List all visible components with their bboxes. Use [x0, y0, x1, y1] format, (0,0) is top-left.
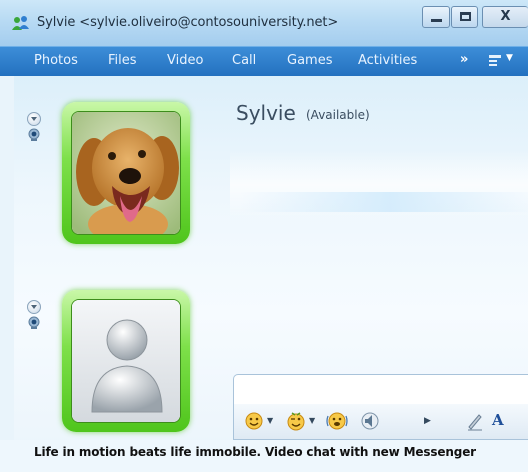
contact-status: (Available)	[306, 108, 370, 122]
menu-item-files[interactable]: Files	[108, 53, 137, 68]
menu-overflow-button[interactable]: »	[460, 52, 468, 67]
menu-item-video[interactable]: Video	[167, 53, 203, 68]
maximize-icon	[460, 12, 471, 21]
activity-menu-bar: Photos Files Video Call Games Activities…	[0, 46, 528, 76]
self-avatar-frame[interactable]	[62, 290, 190, 432]
minimize-button[interactable]	[422, 6, 450, 28]
show-menu-icon[interactable]	[488, 54, 502, 68]
menu-item-call[interactable]: Call	[232, 53, 256, 68]
font-button[interactable]: A	[492, 411, 504, 433]
messenger-conversation-window: Sylvie <sylvie.oliveiro@contosouniversit…	[0, 0, 528, 472]
menu-item-photos[interactable]: Photos	[34, 53, 78, 68]
window-title: Sylvie <sylvie.oliveiro@contosouniversit…	[37, 15, 339, 30]
background-swoosh-line	[240, 192, 528, 212]
collapse-self-picture-button[interactable]	[27, 300, 41, 314]
emoticon-dropdown-icon[interactable]: ▼	[267, 416, 273, 425]
collapse-contact-picture-button[interactable]	[27, 112, 41, 126]
close-button[interactable]: X	[482, 6, 528, 28]
default-person-silhouette	[72, 300, 180, 422]
nudge-icon[interactable]	[326, 410, 348, 432]
wink-dropdown-icon[interactable]: ▼	[309, 416, 315, 425]
golden-retriever-photo	[72, 112, 180, 234]
contact-name: Sylvie	[236, 101, 296, 125]
maximize-button[interactable]	[451, 6, 478, 28]
formatting-toolbar: ▼ ▼ ▶ A	[233, 404, 528, 440]
wink-emoticon-icon[interactable]	[286, 410, 306, 432]
menu-item-games[interactable]: Games	[287, 53, 332, 68]
menu-item-activities[interactable]: Activities	[358, 53, 417, 68]
more-toolbar-button[interactable]: ▶	[424, 416, 431, 426]
title-bar[interactable]: Sylvie <sylvie.oliveiro@contosouniversit…	[0, 0, 528, 46]
show-menu-caret-icon[interactable]: ▼	[506, 53, 513, 63]
contact-avatar-frame[interactable]	[62, 102, 190, 244]
advertisement-status-text[interactable]: Life in motion beats life immobile. Vide…	[34, 445, 476, 459]
minimize-icon	[431, 19, 442, 22]
left-edge-strip	[0, 76, 14, 472]
smiley-emoticon-icon[interactable]	[244, 410, 264, 432]
messenger-people-icon	[12, 16, 29, 30]
self-webcam-icon[interactable]	[27, 316, 41, 330]
voice-clip-icon[interactable]	[360, 410, 380, 432]
handwriting-pen-icon[interactable]	[466, 410, 484, 432]
webcam-icon[interactable]	[27, 128, 41, 142]
close-icon: X	[500, 9, 511, 24]
contact-avatar	[71, 111, 181, 235]
self-avatar	[71, 299, 181, 423]
